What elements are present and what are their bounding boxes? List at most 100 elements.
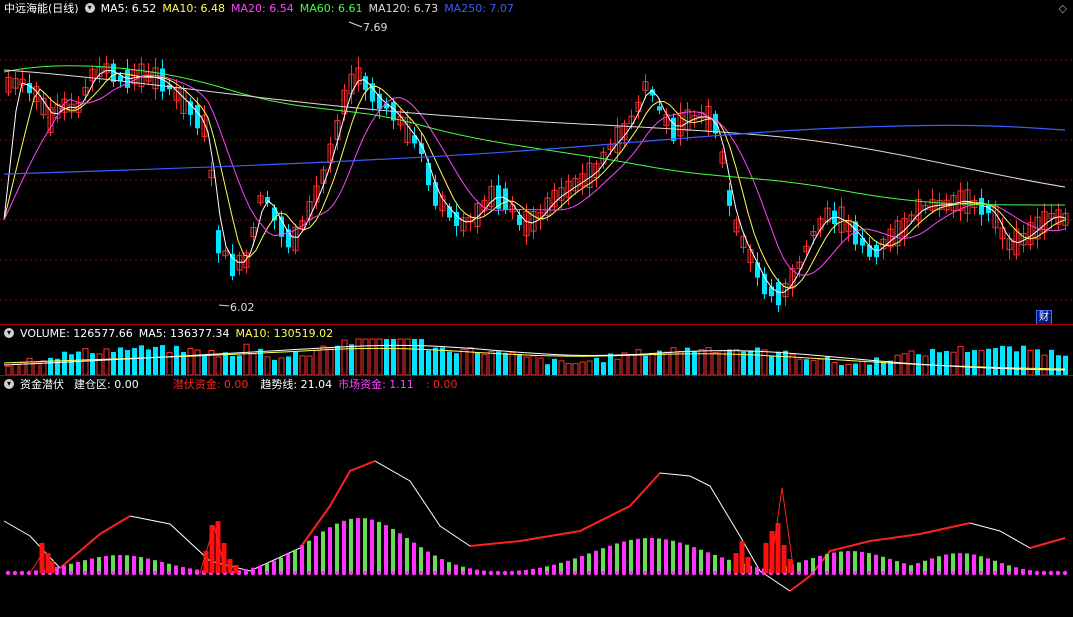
volume-bar [397, 338, 404, 375]
market-fund-bar [139, 557, 143, 573]
finance-icon[interactable]: 财 [1036, 310, 1052, 325]
baseline-dot [89, 570, 95, 576]
baseline-dot [1055, 570, 1061, 576]
volume-bar [937, 352, 942, 375]
volume-bar [537, 357, 544, 375]
volume-bar [789, 354, 796, 375]
volume-bar [727, 349, 732, 375]
volume-bar [1035, 349, 1040, 375]
volume-bar [614, 358, 621, 375]
market-fund-bar [937, 556, 941, 573]
volume-bar [972, 350, 977, 375]
market-fund-bar [881, 556, 885, 573]
baseline-dot [495, 570, 501, 576]
volume-bar [1000, 345, 1005, 375]
volume-bar [223, 352, 228, 375]
baseline-dot [390, 570, 396, 576]
volume-bar [1056, 355, 1061, 375]
market-fund-bar [853, 551, 857, 573]
collapse-icon[interactable]: ▾ [84, 3, 95, 13]
market-fund-bar [678, 542, 682, 573]
volume-bar [677, 350, 684, 375]
volume-bar [761, 349, 768, 375]
baseline-dot [677, 570, 683, 576]
volume-bar [433, 347, 438, 375]
volume-bar [517, 354, 522, 375]
price-panel[interactable]: 中远海能(日线) ▾ MA5: 6.52 MA10: 6.48 MA20: 6.… [0, 0, 1073, 325]
market-fund-bar [335, 523, 339, 573]
baseline-dot [103, 570, 109, 576]
volume-bar [286, 356, 291, 375]
volume-label: VOLUME: 126577.66 [20, 326, 133, 340]
ma20-line [3, 74, 1067, 276]
volume-bar [712, 351, 719, 375]
indicator-panel[interactable]: ▾ 资金潜伏 建仓区: 0.00 潜伏资金: 0.00 趋势线: 21.04 市… [0, 375, 1073, 617]
volume-bar [174, 345, 179, 375]
baseline-dot [894, 570, 900, 576]
volume-ma5-label: MA5: 136377.34 [138, 326, 230, 340]
candlestick-chart[interactable] [0, 0, 1073, 324]
baseline-dot [292, 570, 298, 576]
extra-label: : 0.00 [425, 377, 458, 391]
baseline-dot [985, 570, 991, 576]
baseline-dot [649, 570, 655, 576]
baseline-dot [96, 570, 102, 576]
baseline-dot [537, 570, 543, 576]
market-fund-bar [860, 551, 864, 573]
market-fund-bar [349, 518, 353, 573]
collapse-icon[interactable]: ▾ [4, 379, 14, 389]
volume-panel[interactable]: ▾ VOLUME: 126577.66 MA5: 136377.34 MA10:… [0, 324, 1073, 375]
baseline-dot [271, 570, 277, 576]
volume-bar [635, 349, 642, 375]
baseline-dot [635, 570, 641, 576]
market-fund-bar [832, 552, 836, 573]
market-fund-bar [293, 549, 297, 573]
baseline-dot [852, 570, 858, 576]
baseline-dot [117, 570, 123, 576]
baseline-dot [586, 570, 592, 576]
baseline-dot [817, 570, 823, 576]
ma10-label: MA10: 6.48 [162, 1, 226, 15]
volume-bar [48, 357, 53, 375]
market-fund-bar [405, 537, 409, 573]
indicator-chart[interactable] [0, 376, 1073, 617]
baseline-dot [551, 570, 557, 576]
market-fund-bar [657, 538, 661, 573]
ma5-label: MA5: 6.52 [100, 1, 157, 15]
volume-bar [160, 345, 165, 375]
baseline-dot [936, 570, 942, 576]
collapse-icon[interactable]: ▾ [4, 328, 14, 338]
volume-bar [412, 339, 417, 375]
market-fund-bar [629, 539, 633, 573]
volume-bar [96, 353, 103, 375]
candle-body [230, 253, 235, 277]
baseline-dot [691, 570, 697, 576]
market-fund-bar [713, 554, 717, 573]
volume-bar [1021, 345, 1026, 375]
baseline-dot [327, 570, 333, 576]
market-fund-bar [594, 550, 598, 573]
baseline-dot [1027, 570, 1033, 576]
market-fund-bar [104, 555, 108, 573]
market-fund-bar [433, 555, 437, 573]
volume-bar [391, 339, 396, 375]
volume-bar [565, 363, 572, 375]
volume-bar [146, 349, 151, 375]
volume-bar [76, 351, 81, 375]
volume-bar [523, 356, 530, 375]
volume-bar [440, 347, 445, 375]
market-fund-bar [699, 549, 703, 573]
baseline-dot [754, 570, 760, 576]
volume-bar [769, 355, 774, 375]
market-fund-bar [944, 554, 948, 573]
volume-bar [922, 355, 929, 375]
volume-bar [839, 364, 844, 375]
trend-line-up [1029, 537, 1066, 549]
high-pointer [348, 21, 363, 28]
baseline-dot [600, 570, 606, 576]
volume-bar [419, 339, 424, 375]
diamond-icon[interactable]: ◇ [1059, 2, 1067, 15]
baseline-dot [439, 570, 445, 576]
volume-bar [621, 352, 628, 375]
baseline-dot [698, 570, 704, 576]
